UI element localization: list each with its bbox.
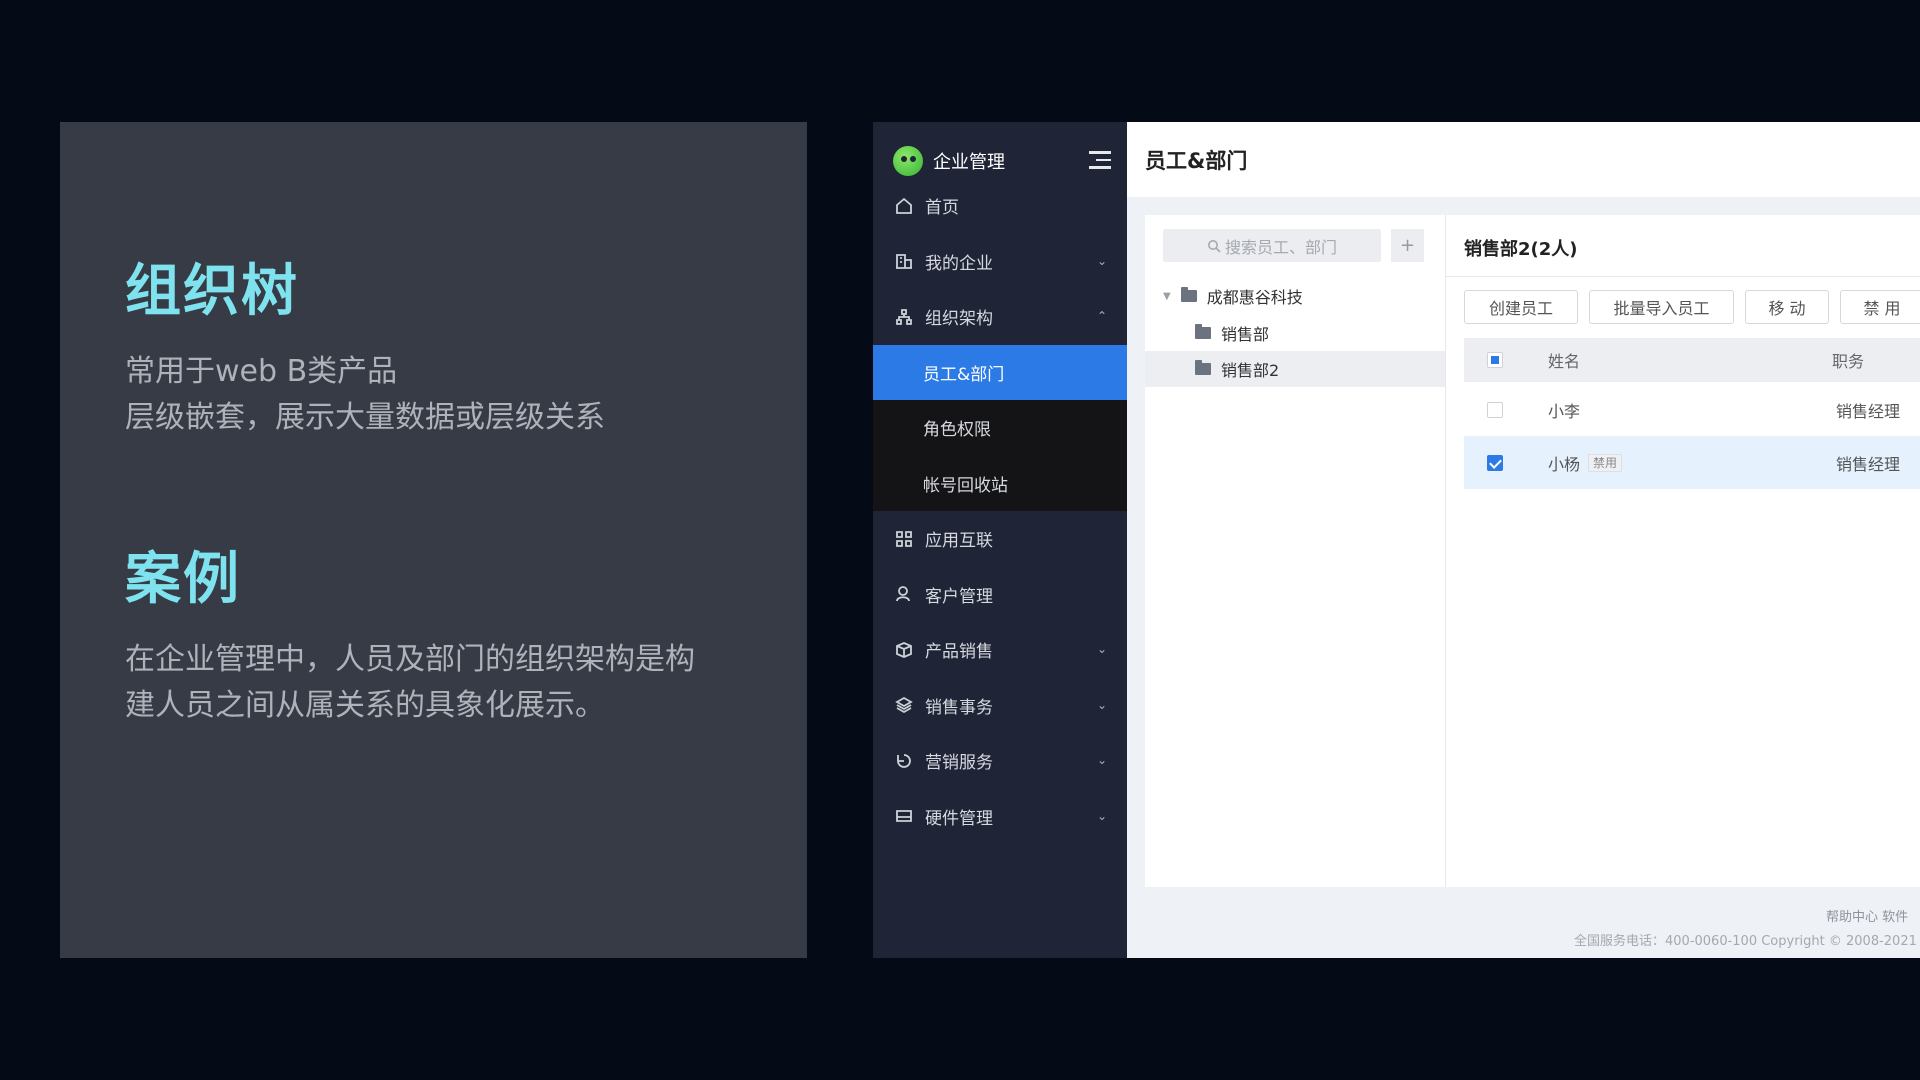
sidebar-item-label: 组织架构 bbox=[925, 309, 993, 330]
chevron-up-icon: ⌃ bbox=[1096, 309, 1107, 323]
heading-case: 案例 bbox=[125, 547, 241, 612]
hardware-icon bbox=[896, 810, 912, 823]
sidebar-item-customers[interactable]: 客户管理 bbox=[873, 567, 1127, 623]
employee-name: 小李 bbox=[1548, 401, 1581, 421]
folder-icon bbox=[1180, 287, 1197, 302]
sidebar-item-product-sales[interactable]: 产品销售 ⌄ bbox=[873, 622, 1127, 678]
employee-title: 销售经理 bbox=[1836, 401, 1901, 421]
sidebar-item-label: 硬件管理 bbox=[925, 808, 993, 829]
sidebar-item-apps[interactable]: 应用互联 bbox=[873, 511, 1127, 567]
content-panel: 搜索员工、部门 + ▼ 成都惠谷科技 销售部 销售部2 销售部2(2人) 创建员… bbox=[1145, 215, 1920, 887]
sidebar-item-recycle[interactable]: 帐号回收站 bbox=[873, 455, 1127, 511]
status-badge: 禁用 bbox=[1588, 453, 1623, 472]
select-all-checkbox[interactable] bbox=[1487, 338, 1503, 382]
batch-import-button[interactable]: 批量导入员工 bbox=[1589, 290, 1734, 324]
page-title: 员工&部门 bbox=[1145, 149, 1248, 173]
employee-title: 销售经理 bbox=[1836, 454, 1901, 474]
box-icon bbox=[896, 641, 912, 658]
chevron-down-icon: ⌄ bbox=[1096, 697, 1107, 712]
org-tree: 搜索员工、部门 + ▼ 成都惠谷科技 销售部 销售部2 bbox=[1145, 215, 1446, 887]
case-line-1: 在企业管理中，人员及部门的组织架构是构 bbox=[125, 642, 695, 677]
intro-line-1: 常用于web B类产品 bbox=[125, 354, 398, 389]
sidebar-item-sales-affairs[interactable]: 销售事务 ⌄ bbox=[873, 678, 1127, 734]
sidebar-item-my-company[interactable]: 我的企业 ⌄ bbox=[873, 234, 1127, 290]
building-icon bbox=[896, 254, 912, 270]
apps-icon bbox=[896, 530, 912, 547]
folder-icon bbox=[1195, 324, 1211, 339]
sidebar-item-label: 应用互联 bbox=[925, 531, 993, 552]
sidebar-item-hardware[interactable]: 硬件管理 ⌄ bbox=[873, 789, 1127, 845]
search-icon bbox=[1207, 239, 1221, 253]
column-title: 职务 bbox=[1832, 352, 1865, 371]
tree-node-company[interactable]: ▼ 成都惠谷科技 bbox=[1145, 278, 1445, 314]
sidebar-item-label: 角色权限 bbox=[923, 420, 991, 441]
sidebar-item-org[interactable]: 组织架构 ⌃ bbox=[873, 289, 1127, 345]
caret-down-icon[interactable]: ▼ bbox=[1163, 291, 1171, 302]
brand-name: 企业管理 bbox=[933, 152, 1005, 173]
divider bbox=[1446, 276, 1920, 277]
row-checkbox[interactable] bbox=[1487, 436, 1503, 489]
table-row[interactable]: 小杨 禁用 销售经理 bbox=[1464, 436, 1920, 489]
column-name: 姓名 bbox=[1548, 352, 1581, 371]
sidebar-item-home[interactable]: 首页 bbox=[873, 178, 1127, 234]
sidebar-item-label: 我的企业 bbox=[925, 253, 993, 274]
intro-text: 常用于web B类产品 层级嵌套，展示大量数据或层级关系 bbox=[125, 349, 605, 441]
org-chart-icon bbox=[896, 308, 912, 325]
employee-name-cell: 小杨 禁用 bbox=[1548, 436, 1623, 489]
sidebar: 企业管理 首页 我的企业 ⌄ 组织架构 ⌃ 员工&部门 角色权限 帐号回收站 应… bbox=[873, 122, 1127, 958]
disable-button[interactable]: 禁 用 bbox=[1840, 290, 1920, 324]
table-row[interactable]: 小李 销售经理 bbox=[1464, 383, 1920, 436]
sidebar-menu: 首页 我的企业 ⌄ 组织架构 ⌃ 员工&部门 角色权限 帐号回收站 应用互联 客… bbox=[873, 178, 1127, 844]
tree-node-sales[interactable]: 销售部 bbox=[1145, 315, 1445, 351]
tree-node-label: 销售部2 bbox=[1221, 361, 1280, 380]
search-input[interactable]: 搜索员工、部门 bbox=[1163, 229, 1381, 262]
chevron-down-icon: ⌄ bbox=[1096, 753, 1107, 767]
chevron-down-icon: ⌄ bbox=[1096, 642, 1107, 656]
brand: 企业管理 bbox=[893, 142, 1005, 180]
table-header: 姓名 职务 bbox=[1464, 338, 1920, 382]
heading-org-tree: 组织树 bbox=[125, 259, 299, 324]
sidebar-item-label: 帐号回收站 bbox=[923, 475, 1008, 496]
chevron-down-icon: ⌄ bbox=[1096, 808, 1107, 823]
intro-line-2: 层级嵌套，展示大量数据或层级关系 bbox=[125, 400, 605, 435]
sidebar-item-label: 产品销售 bbox=[925, 642, 993, 663]
info-card: 组织树 常用于web B类产品 层级嵌套，展示大量数据或层级关系 案例 在企业管… bbox=[60, 122, 807, 958]
employee-list: 销售部2(2人) 创建员工 批量导入员工 移 动 禁 用 姓名 职务 小李 销售… bbox=[1446, 215, 1920, 887]
home-icon bbox=[896, 197, 912, 214]
top-bar: 员工&部门 bbox=[1127, 122, 1920, 197]
department-title: 销售部2(2人) bbox=[1464, 239, 1578, 260]
tree-node-label: 销售部 bbox=[1221, 325, 1270, 344]
case-text: 在企业管理中，人员及部门的组织架构是构 建人员之间从属关系的具象化展示。 bbox=[125, 637, 695, 729]
move-button[interactable]: 移 动 bbox=[1745, 290, 1829, 324]
sidebar-item-label: 销售事务 bbox=[925, 697, 993, 718]
sidebar-item-employees[interactable]: 员工&部门 bbox=[873, 344, 1127, 400]
sidebar-item-roles[interactable]: 角色权限 bbox=[873, 400, 1127, 456]
sidebar-item-label: 客户管理 bbox=[925, 586, 993, 607]
create-employee-button[interactable]: 创建员工 bbox=[1464, 290, 1578, 324]
tree-node-label: 成都惠谷科技 bbox=[1206, 288, 1303, 307]
search-placeholder: 搜索员工、部门 bbox=[1224, 237, 1337, 257]
footer-copyright: 全国服务电话：400-0060-100 Copyright © 2008-202… bbox=[1574, 934, 1917, 949]
app-window: 企业管理 首页 我的企业 ⌄ 组织架构 ⌃ 员工&部门 角色权限 帐号回收站 应… bbox=[873, 122, 1920, 958]
chevron-down-icon: ⌄ bbox=[1096, 253, 1107, 268]
main-content: 员工&部门 搜索员工、部门 + ▼ 成都惠谷科技 销售部 销售部2 销售部2(2… bbox=[1127, 122, 1920, 958]
employee-name: 小杨 bbox=[1548, 454, 1581, 474]
folder-icon bbox=[1195, 360, 1211, 375]
sidebar-item-label: 首页 bbox=[925, 198, 959, 219]
sidebar-item-marketing[interactable]: 营销服务 ⌄ bbox=[873, 733, 1127, 789]
user-icon bbox=[896, 586, 910, 602]
sidebar-item-label: 员工&部门 bbox=[923, 364, 1005, 385]
footer-links[interactable]: 帮助中心 软件 bbox=[1826, 906, 1908, 925]
logo-icon bbox=[893, 146, 923, 176]
layers-icon bbox=[895, 697, 913, 714]
tree-node-sales2[interactable]: 销售部2 bbox=[1145, 351, 1445, 387]
case-line-2: 建人员之间从属关系的具象化展示。 bbox=[125, 688, 605, 723]
sidebar-item-label: 营销服务 bbox=[925, 753, 993, 774]
collapse-menu-icon[interactable] bbox=[1089, 151, 1111, 174]
service-icon bbox=[897, 753, 911, 768]
add-department-button[interactable]: + bbox=[1391, 229, 1424, 262]
row-checkbox[interactable] bbox=[1487, 383, 1503, 436]
